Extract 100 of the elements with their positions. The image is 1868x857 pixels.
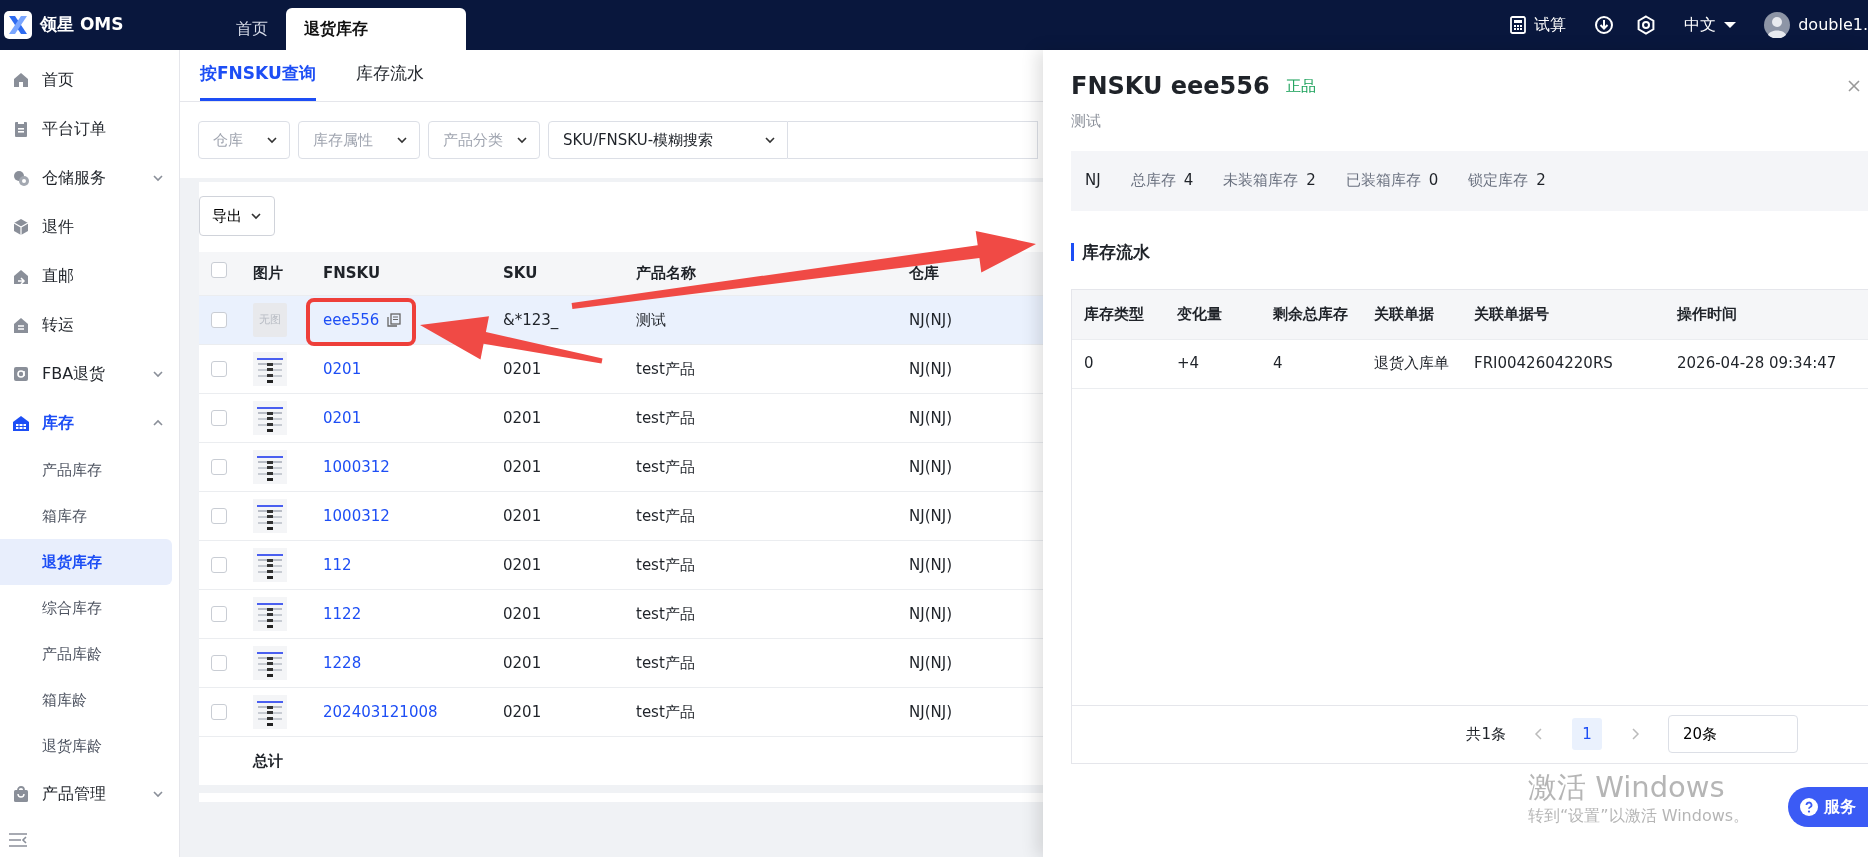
table-cell-text: test产品 xyxy=(636,652,696,674)
settings-icon[interactable] xyxy=(1636,15,1657,35)
chevron-left-icon[interactable] xyxy=(1534,728,1544,740)
select-all-checkbox[interactable] xyxy=(211,262,227,278)
language-dropdown[interactable]: 中文 xyxy=(1678,12,1743,38)
caret-icon xyxy=(1724,21,1737,29)
sidebar-item[interactable]: 仓储服务 xyxy=(0,153,179,202)
fnsku-link[interactable]: 0201 xyxy=(323,357,362,381)
sidebar-item[interactable]: 平台订单 xyxy=(0,104,179,153)
row-checkbox[interactable] xyxy=(211,655,227,671)
total-count: 共1条 xyxy=(1466,723,1506,745)
clipboard-icon xyxy=(12,119,30,138)
status-tag: 正品 xyxy=(1285,74,1316,98)
row-checkbox[interactable] xyxy=(211,557,227,573)
row-checkbox[interactable] xyxy=(211,410,227,426)
warehouse-code: NJ xyxy=(1085,170,1101,192)
column-header: 产品名称 xyxy=(636,263,697,284)
table-cell-text: 0201 xyxy=(503,701,543,723)
fnsku-link[interactable]: 0201 xyxy=(323,406,362,430)
sidebar-item[interactable]: 首页 xyxy=(0,55,179,104)
page-button[interactable]: 1 xyxy=(1572,718,1602,750)
app-name: 领星 OMS xyxy=(40,13,125,37)
close-icon[interactable] xyxy=(1848,80,1860,92)
table-cell-text: test产品 xyxy=(636,456,696,478)
fnsku-link[interactable]: 1228 xyxy=(323,651,362,675)
stat-label: 未装箱库存 xyxy=(1223,170,1299,192)
service-button[interactable]: 服务 xyxy=(1788,787,1868,827)
table-cell-text: test产品 xyxy=(636,407,696,429)
column-header: FNSKU xyxy=(323,263,382,284)
table-cell-text: NJ(NJ) xyxy=(909,652,953,674)
export-button[interactable]: 导出 xyxy=(199,196,275,236)
sidebar-subitem[interactable]: 退货库存 xyxy=(0,539,172,585)
fnsku-link[interactable]: 1122 xyxy=(323,602,362,626)
table-cell-text: test产品 xyxy=(636,701,696,723)
stat-value: 2 xyxy=(1306,170,1316,192)
fnsku-link[interactable]: 1000312 xyxy=(323,504,390,528)
stat-value: 0 xyxy=(1428,170,1439,192)
sidebar-subitem[interactable]: 箱库龄 xyxy=(0,677,172,723)
page-tab[interactable]: 退货库存 xyxy=(286,8,466,50)
stat-value: 2 xyxy=(1536,170,1546,192)
section-title: 库存流水 xyxy=(1071,242,1868,261)
warehouse-icon xyxy=(12,413,30,432)
table-cell-text: test产品 xyxy=(636,554,696,576)
sidebar-item[interactable]: 退件 xyxy=(0,202,179,251)
sub-tab[interactable]: 库存流水 xyxy=(355,49,424,101)
page-size-dropdown[interactable]: 20条 xyxy=(1668,715,1798,753)
sidebar-subitem[interactable]: 箱库存 xyxy=(0,493,172,539)
chevron-right-icon[interactable] xyxy=(1630,728,1640,740)
search-field[interactable] xyxy=(788,121,1038,159)
drawer-title: FNSKU eee556 xyxy=(1071,71,1270,102)
row-checkbox[interactable] xyxy=(211,459,227,475)
copy-icon[interactable] xyxy=(387,313,402,327)
stat-label: 总库存 xyxy=(1130,170,1176,192)
row-checkbox[interactable] xyxy=(211,312,227,328)
row-checkbox[interactable] xyxy=(211,361,227,377)
row-checkbox[interactable] xyxy=(211,704,227,720)
stat-label: 锁定库存 xyxy=(1468,170,1529,192)
table-cell-text: test产品 xyxy=(636,358,696,380)
sidebar-item[interactable]: 直邮 xyxy=(0,251,179,300)
table-cell-text: NJ(NJ) xyxy=(909,456,953,478)
download-icon[interactable] xyxy=(1594,15,1615,35)
sidebar-item[interactable]: 转运 xyxy=(0,300,179,349)
fnsku-link[interactable]: eee556 xyxy=(323,308,380,332)
table-cell-text: NJ(NJ) xyxy=(909,554,953,576)
table-cell-text: test产品 xyxy=(636,603,696,625)
table-cell-text: 测试 xyxy=(636,309,667,331)
sidebar-item[interactable]: 库存 xyxy=(0,398,179,447)
table-cell-text: &*123_ xyxy=(503,309,560,331)
table-cell-text: 0201 xyxy=(503,407,543,429)
filter-dropdown[interactable]: SKU/FNSKU-模糊搜索 xyxy=(548,121,788,159)
table-cell-text: 4 xyxy=(1273,353,1284,375)
table-cell-text: test产品 xyxy=(636,505,696,527)
sidebar-item[interactable]: FBA退货 xyxy=(0,349,179,398)
fnsku-link[interactable]: 202403121008 xyxy=(323,700,438,724)
table-cell-text: 退货入库单 xyxy=(1374,353,1450,375)
sidebar-subitem[interactable]: 产品库存 xyxy=(0,447,172,493)
sidebar-item[interactable]: 产品管理 xyxy=(0,769,179,818)
trial-button[interactable]: 试算 xyxy=(1504,12,1573,38)
home-icon xyxy=(12,70,30,89)
calculator-icon xyxy=(1510,16,1527,34)
fnsku-link[interactable]: 112 xyxy=(323,553,352,577)
table-cell-text: NJ(NJ) xyxy=(909,701,953,723)
bag-icon xyxy=(12,784,30,803)
sidebar-subitem[interactable]: 产品库龄 xyxy=(0,631,172,677)
row-checkbox[interactable] xyxy=(211,508,227,524)
page-tab[interactable]: 首页 xyxy=(218,8,286,50)
fnsku-link[interactable]: 1000312 xyxy=(323,455,390,479)
logo-icon xyxy=(4,11,32,39)
collapse-menu-icon[interactable] xyxy=(8,832,28,848)
total-label: 总计 xyxy=(253,750,284,772)
sidebar-subitem[interactable]: 退货库龄 xyxy=(0,723,172,769)
sidebar-subitem[interactable]: 综合库存 xyxy=(0,585,172,631)
row-checkbox[interactable] xyxy=(211,606,227,622)
user-name[interactable]: double1. xyxy=(1798,13,1868,37)
drawer-subtitle: 测试 xyxy=(1071,111,1102,132)
column-header: 关联单据 xyxy=(1374,303,1435,325)
avatar-icon[interactable] xyxy=(1764,12,1791,38)
table-cell-text: 0201 xyxy=(503,603,543,625)
table-cell-text: 0201 xyxy=(503,505,543,527)
package-icon xyxy=(12,217,30,236)
